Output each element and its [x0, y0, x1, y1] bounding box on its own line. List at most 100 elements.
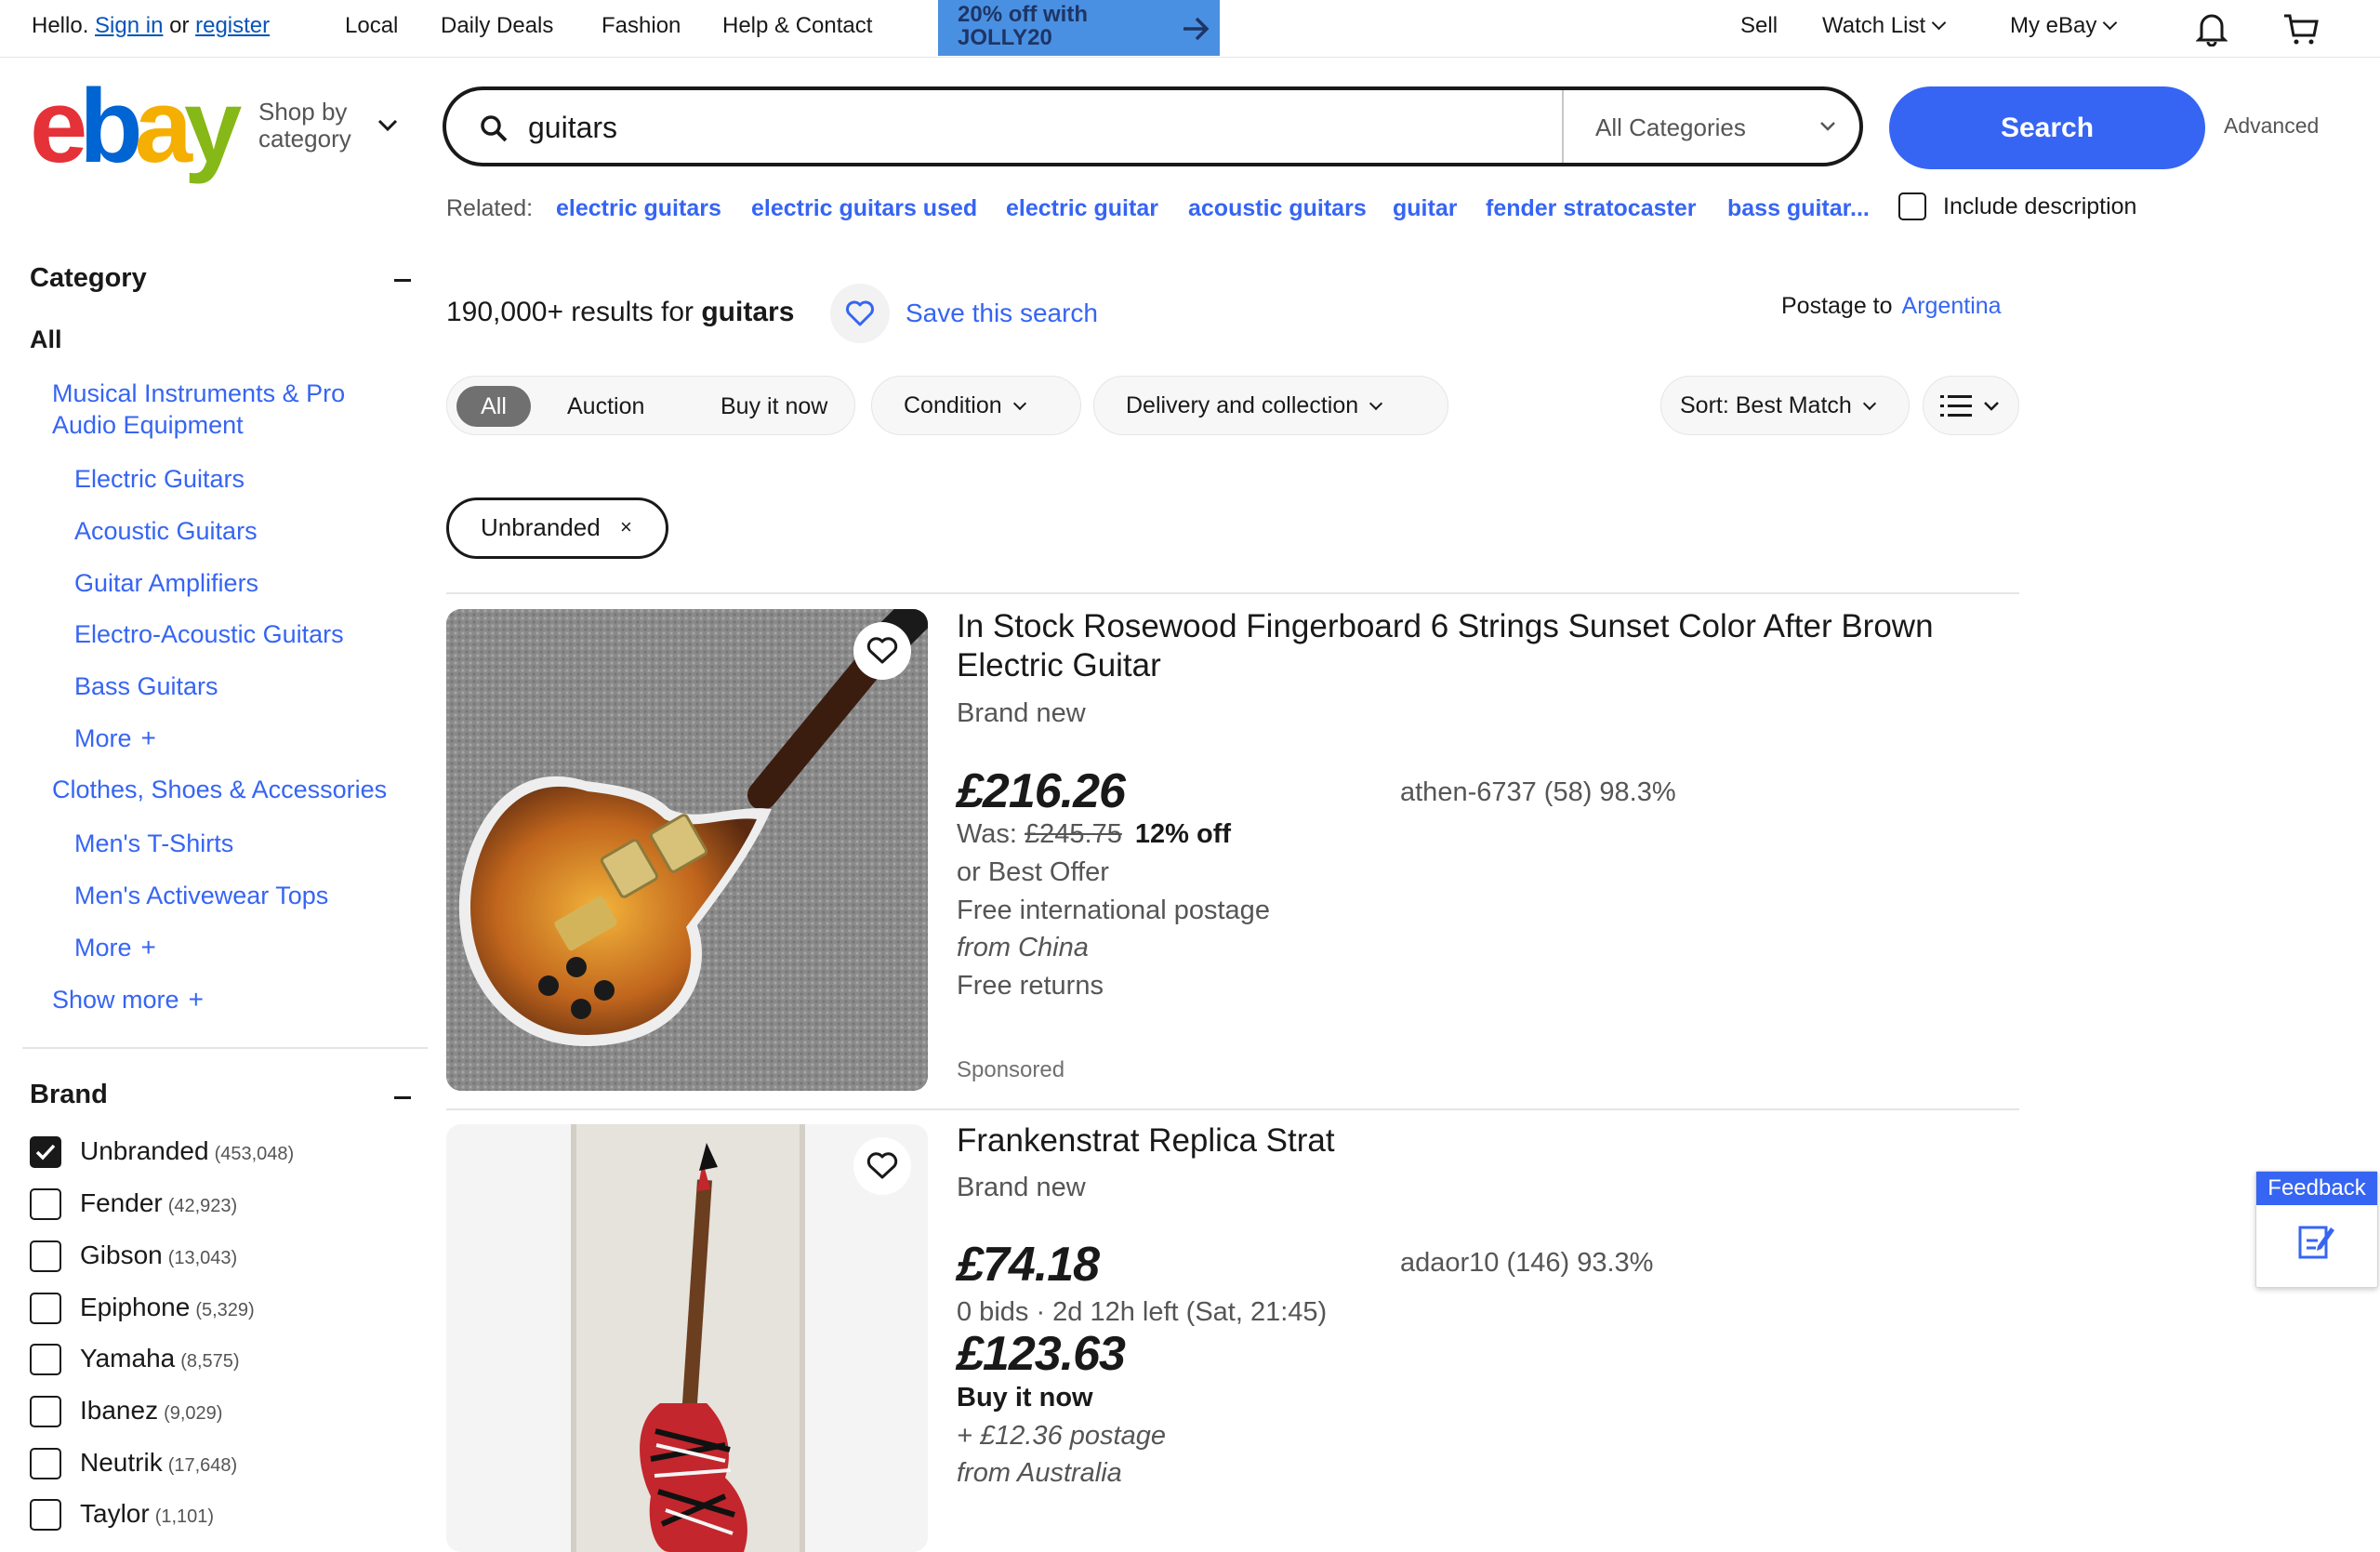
delivery-filter[interactable]: Delivery and collection	[1093, 376, 1448, 435]
category-select[interactable]: All Categories	[1595, 113, 1746, 142]
checkbox[interactable]	[30, 1396, 61, 1427]
was-price-row: Was: £245.75 12% off	[957, 817, 1231, 851]
watch-button[interactable]	[853, 622, 911, 680]
logo-e: e	[30, 68, 87, 184]
listing-image[interactable]	[446, 1124, 928, 1552]
checkbox[interactable]	[30, 1240, 61, 1272]
list-view-icon	[1940, 395, 1972, 417]
nav-local[interactable]: Local	[345, 12, 398, 40]
watch-button[interactable]	[853, 1137, 911, 1195]
register-link[interactable]: register	[195, 13, 270, 38]
sidebar-show-more[interactable]: Show more +	[52, 984, 204, 1015]
condition-filter[interactable]: Condition	[871, 376, 1081, 435]
checkbox[interactable]	[30, 1448, 61, 1479]
related-link[interactable]: guitar	[1393, 194, 1457, 222]
related-link[interactable]: electric guitars used	[751, 194, 977, 222]
brand-count: (1,101)	[154, 1506, 215, 1527]
brand-name: Epiphone	[80, 1293, 191, 1321]
sidebar-item-guitar-amplifiers[interactable]: Guitar Amplifiers	[74, 567, 258, 599]
listing-title[interactable]: Frankenstrat Replica Strat	[957, 1121, 1998, 1161]
feedback-widget[interactable]: Feedback	[2255, 1171, 2378, 1288]
bids-time-left: 0 bids · 2d 12h left (Sat, 21:45)	[957, 1297, 1328, 1327]
discount: 12% off	[1134, 819, 1232, 849]
view-toggle[interactable]	[1923, 376, 2019, 435]
related-link[interactable]: electric guitars	[556, 194, 721, 222]
close-icon[interactable]: ×	[620, 500, 632, 554]
logo-b: b	[79, 68, 142, 184]
listing-title[interactable]: In Stock Rosewood Fingerboard 6 Strings …	[957, 607, 1998, 685]
chevron-down-icon	[1012, 396, 1026, 411]
cart-icon[interactable]	[2282, 13, 2320, 46]
related-link[interactable]: electric guitar	[1006, 194, 1158, 222]
sidebar-item-clothes[interactable]: Clothes, Shoes & Accessories	[52, 774, 387, 805]
logo-y: y	[184, 68, 242, 184]
bell-icon[interactable]	[2196, 11, 2228, 46]
sidebar-item-mens-tshirts[interactable]: Men's T-Shirts	[74, 828, 233, 859]
tab-auction[interactable]: Auction	[567, 392, 644, 420]
ebay-logo[interactable]: ebay	[30, 74, 242, 179]
brand-heading: Brand	[30, 1080, 108, 1109]
nav-my-ebay[interactable]: My eBay	[2010, 12, 2118, 40]
checkbox[interactable]	[30, 1293, 61, 1324]
was-label: Was:	[957, 819, 1017, 849]
tab-buy-it-now[interactable]: Buy it now	[721, 392, 827, 420]
shop-by-category[interactable]: Shop by category	[258, 99, 351, 153]
sponsored-label: Sponsored	[957, 1057, 1065, 1082]
related-link[interactable]: bass guitar...	[1727, 194, 1870, 222]
sidebar-item-mens-activewear[interactable]: Men's Activewear Tops	[74, 880, 328, 911]
category-heading: Category	[30, 263, 147, 293]
include-description-label[interactable]: Include description	[1943, 192, 2136, 220]
tab-all[interactable]: All	[456, 386, 531, 427]
listing-price: £74.18	[957, 1238, 1100, 1292]
sidebar-item-electric-guitars[interactable]: Electric Guitars	[74, 463, 245, 495]
promo-banner[interactable]: 20% off with JOLLY20	[938, 0, 1220, 56]
checkbox[interactable]	[30, 1188, 61, 1220]
listing-condition: Brand new	[957, 1173, 1086, 1202]
checkbox[interactable]	[30, 1344, 61, 1375]
nav-fashion[interactable]: Fashion	[602, 12, 681, 40]
chevron-down-icon[interactable]	[377, 119, 398, 132]
chip-label: Unbranded	[481, 513, 601, 541]
brand-count: (17,648)	[167, 1455, 238, 1476]
collapse-icon[interactable]	[394, 279, 411, 282]
brand-count: (13,043)	[167, 1248, 238, 1268]
sidebar-more-musical[interactable]: More +	[74, 723, 156, 754]
buy-it-now-label: Buy it now	[957, 1383, 1093, 1413]
my-ebay-label: My eBay	[2010, 13, 2097, 38]
checkbox-checked[interactable]	[30, 1136, 61, 1168]
category-all[interactable]: All	[30, 324, 62, 355]
advanced-search-link[interactable]: Advanced	[2224, 113, 2319, 139]
nav-help-contact[interactable]: Help & Contact	[722, 12, 872, 40]
include-description-checkbox[interactable]	[1898, 192, 1926, 220]
nav-sell[interactable]: Sell	[1740, 12, 1778, 40]
search-bar[interactable]: guitars All Categories	[443, 86, 1863, 166]
plus-icon: +	[140, 933, 156, 962]
sidebar-item-acoustic-guitars[interactable]: Acoustic Guitars	[74, 515, 258, 547]
sort-dropdown[interactable]: Sort: Best Match	[1660, 376, 1910, 435]
active-filter-chip[interactable]: Unbranded ×	[446, 497, 668, 559]
was-price: £245.75	[1025, 819, 1122, 849]
sidebar-item-bass-guitars[interactable]: Bass Guitars	[74, 670, 218, 702]
brand-name: Fender	[80, 1188, 163, 1217]
collapse-icon[interactable]	[394, 1096, 411, 1099]
sidebar-item-electro-acoustic[interactable]: Electro-Acoustic Guitars	[74, 618, 344, 650]
more-label: More	[74, 724, 132, 752]
nav-watch-list[interactable]: Watch List	[1822, 12, 1947, 40]
hello-text: Hello.	[32, 13, 89, 38]
save-search-button[interactable]	[830, 284, 890, 343]
sidebar-item-musical-instruments[interactable]: Musical Instruments & Pro Audio Equipmen…	[52, 378, 345, 441]
related-link[interactable]: fender stratocaster	[1486, 194, 1696, 222]
save-search-link[interactable]: Save this search	[906, 298, 1098, 329]
sidebar-more-clothes[interactable]: More +	[74, 932, 156, 963]
nav-daily-deals[interactable]: Daily Deals	[441, 12, 553, 40]
search-input[interactable]: guitars	[528, 111, 617, 144]
checkbox[interactable]	[30, 1499, 61, 1531]
heart-icon	[866, 637, 898, 664]
postage-country-link[interactable]: Argentina	[1902, 293, 2002, 319]
related-link[interactable]: acoustic guitars	[1188, 194, 1367, 222]
listing-image[interactable]	[446, 609, 928, 1091]
sign-in-link[interactable]: Sign in	[95, 13, 163, 38]
chevron-down-icon	[1369, 396, 1383, 411]
search-button[interactable]: Search	[1889, 86, 2205, 169]
brand-name: Ibanez	[80, 1396, 159, 1425]
